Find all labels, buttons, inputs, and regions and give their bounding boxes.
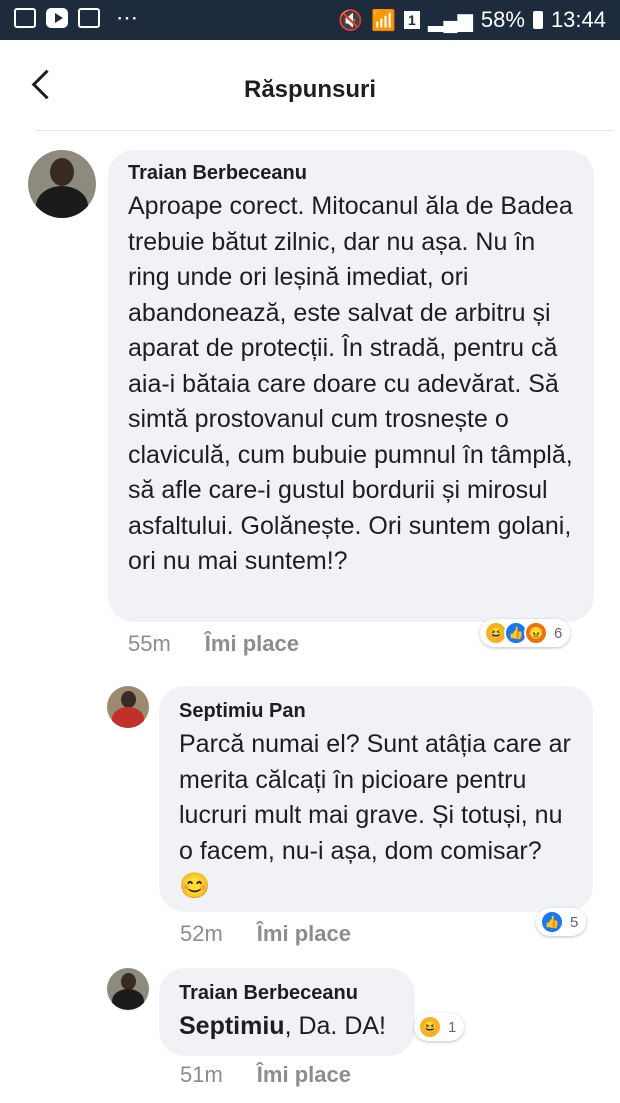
reaction-count: 6 [554,624,563,642]
comment-time[interactable]: 52m [180,921,223,946]
notification-icon [78,8,100,28]
comment-text: , Da. DA! [284,1012,386,1040]
avatar[interactable] [107,968,149,1010]
page-title: Răspunsuri [243,76,377,103]
sim-icon: 1 [403,11,420,29]
battery-icon [532,11,543,29]
like-button[interactable]: Îmi place [257,921,351,946]
avatar[interactable] [28,150,96,218]
comment-bubble: Septimiu Pan Parcă numai el? Sunt atâția… [159,686,593,912]
comment-meta: 51m Îmi place [180,1062,351,1088]
like-button[interactable]: Îmi place [205,631,299,656]
app-header: Răspunsuri [0,40,620,132]
comment-bubble: Traian Berbeceanu Aproape corect. Mitoca… [108,150,594,622]
status-bar: ⋯ 🔇 📶 1 ▂▄▆ 58% 13:44 [0,0,620,40]
mention-link[interactable]: Septimiu [179,1012,285,1040]
comment-meta: 55m Îmi place [128,631,299,657]
youtube-icon [46,8,68,28]
comment-author[interactable]: Traian Berbeceanu [179,982,395,1005]
like-button[interactable]: Îmi place [257,1062,351,1087]
reactions-summary[interactable]: 👍 5 [536,908,587,936]
status-left: ⋯ [14,5,140,30]
gallery-icon [14,8,36,28]
comment-bubble: Traian Berbeceanu Septimiu, Da. DA! [159,968,415,1056]
comment-author[interactable]: Septimiu Pan [179,700,573,723]
status-right: 🔇 📶 1 ▂▄▆ 58% 13:44 [338,7,606,33]
reaction-count: 5 [570,913,579,931]
comment-time[interactable]: 55m [128,631,171,656]
like-reaction-icon: 👍 [540,910,564,934]
avatar[interactable] [107,686,149,728]
comment-text: Parcă numai el? Sunt atâția care ar meri… [179,730,571,900]
comment-author[interactable]: Traian Berbeceanu [128,162,574,185]
angry-reaction-icon: 😠 [524,621,548,645]
comment-time[interactable]: 51m [180,1062,223,1087]
mute-icon: 🔇 [338,9,364,32]
more-notifications-icon: ⋯ [116,5,140,30]
reactions-summary[interactable]: 😆 👍 😠 6 [480,619,571,647]
comment-text: Aproape corect. Mitocanul ăla de Badea t… [128,192,573,575]
signal-icon: ▂▄▆ [427,9,473,32]
battery-percent: 58% [480,7,525,32]
wifi-icon: 📶 [371,9,396,32]
clock: 13:44 [550,7,606,32]
haha-reaction-icon: 😆 [418,1015,442,1039]
comment-text-line: Septimiu, Da. DA! [179,1009,395,1045]
reaction-count: 1 [448,1018,457,1036]
comment-meta: 52m Îmi place [180,921,351,947]
reactions-summary[interactable]: 😆 1 [414,1013,465,1041]
header-divider [36,130,614,131]
